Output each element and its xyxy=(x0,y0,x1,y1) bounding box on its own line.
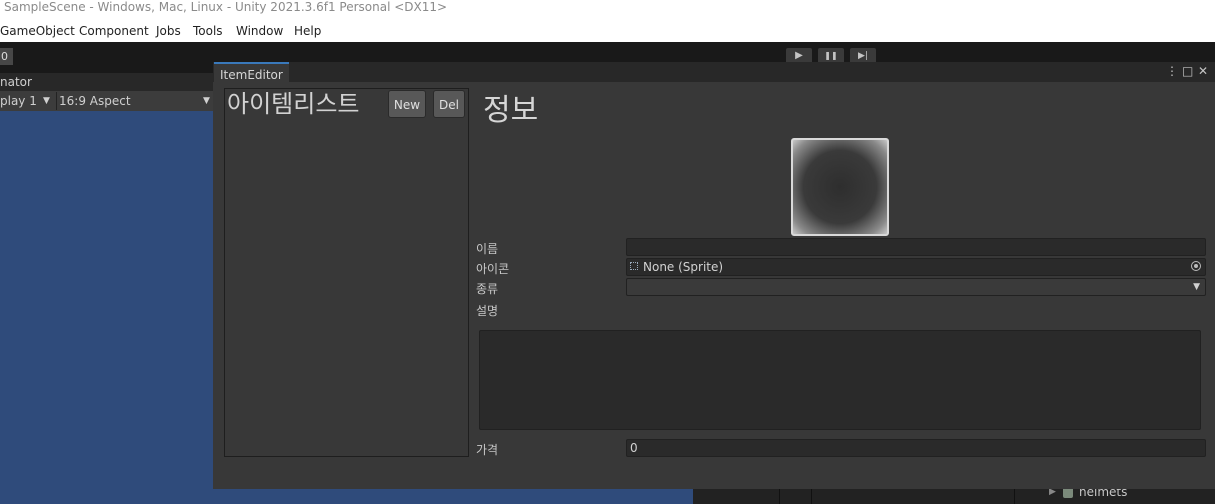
panel-divider xyxy=(811,488,812,504)
object-picker-icon[interactable] xyxy=(1191,261,1201,271)
display-dropdown-label: play 1 xyxy=(0,94,37,108)
type-dropdown[interactable]: ▼ xyxy=(626,278,1206,296)
game-view-canvas[interactable] xyxy=(0,111,213,504)
tab-animator[interactable]: nator xyxy=(0,73,70,91)
price-label: 가격 xyxy=(476,443,499,457)
icon-field-value: None (Sprite) xyxy=(643,260,724,274)
window-title-bar: SampleScene - Windows, Mac, Linux - Unit… xyxy=(0,0,1215,20)
icon-label: 아이콘 xyxy=(476,262,510,276)
description-textarea[interactable] xyxy=(479,330,1201,430)
info-title: 정보 xyxy=(483,93,539,128)
menu-help[interactable]: Help xyxy=(294,24,321,38)
description-label: 설명 xyxy=(476,304,499,318)
aspect-dropdown-label: 16:9 Aspect xyxy=(59,94,131,108)
chevron-down-icon: ▼ xyxy=(203,96,210,106)
display-dropdown[interactable]: play 1 ▼ xyxy=(0,92,55,110)
icon-object-field[interactable]: None (Sprite) xyxy=(626,258,1206,276)
close-icon[interactable]: ✕ xyxy=(1198,64,1208,78)
item-list-panel[interactable] xyxy=(224,88,469,457)
menu-gameobject[interactable]: GameObject xyxy=(0,24,75,38)
name-label: 이름 xyxy=(476,242,499,256)
icon-preview xyxy=(791,138,889,236)
menu-jobs[interactable]: Jobs xyxy=(156,24,181,38)
tab-item-editor[interactable]: ItemEditor xyxy=(214,62,289,82)
aspect-dropdown[interactable]: 16:9 Aspect ▼ xyxy=(56,92,214,110)
menu-tools[interactable]: Tools xyxy=(193,24,223,38)
name-field[interactable] xyxy=(626,238,1206,256)
more-options-icon[interactable]: ⋮ xyxy=(1166,64,1178,78)
panel-divider xyxy=(779,488,780,504)
item-list-title: 아이템리스트 xyxy=(227,90,360,118)
type-label: 종류 xyxy=(476,282,499,296)
bottom-panels xyxy=(693,488,1215,504)
sprite-icon xyxy=(630,262,638,270)
chevron-down-icon: ▼ xyxy=(43,96,50,106)
menu-component[interactable]: Component xyxy=(79,24,149,38)
maximize-icon[interactable]: □ xyxy=(1182,64,1193,78)
chevron-down-icon: ▼ xyxy=(1193,282,1200,292)
toolbar-chip[interactable]: 0 xyxy=(0,48,13,65)
price-field[interactable]: 0 xyxy=(626,439,1206,457)
delete-item-button[interactable]: Del xyxy=(433,90,465,118)
window-title: SampleScene - Windows, Mac, Linux - Unit… xyxy=(4,0,448,14)
menu-window[interactable]: Window xyxy=(236,24,283,38)
new-item-button[interactable]: New xyxy=(388,90,426,118)
panel-divider xyxy=(1014,488,1015,504)
menu-bar: GameObject Component Jobs Tools Window H… xyxy=(0,20,1215,42)
item-editor-tab-bar xyxy=(213,62,1215,82)
game-view-canvas-bottom xyxy=(213,488,693,504)
